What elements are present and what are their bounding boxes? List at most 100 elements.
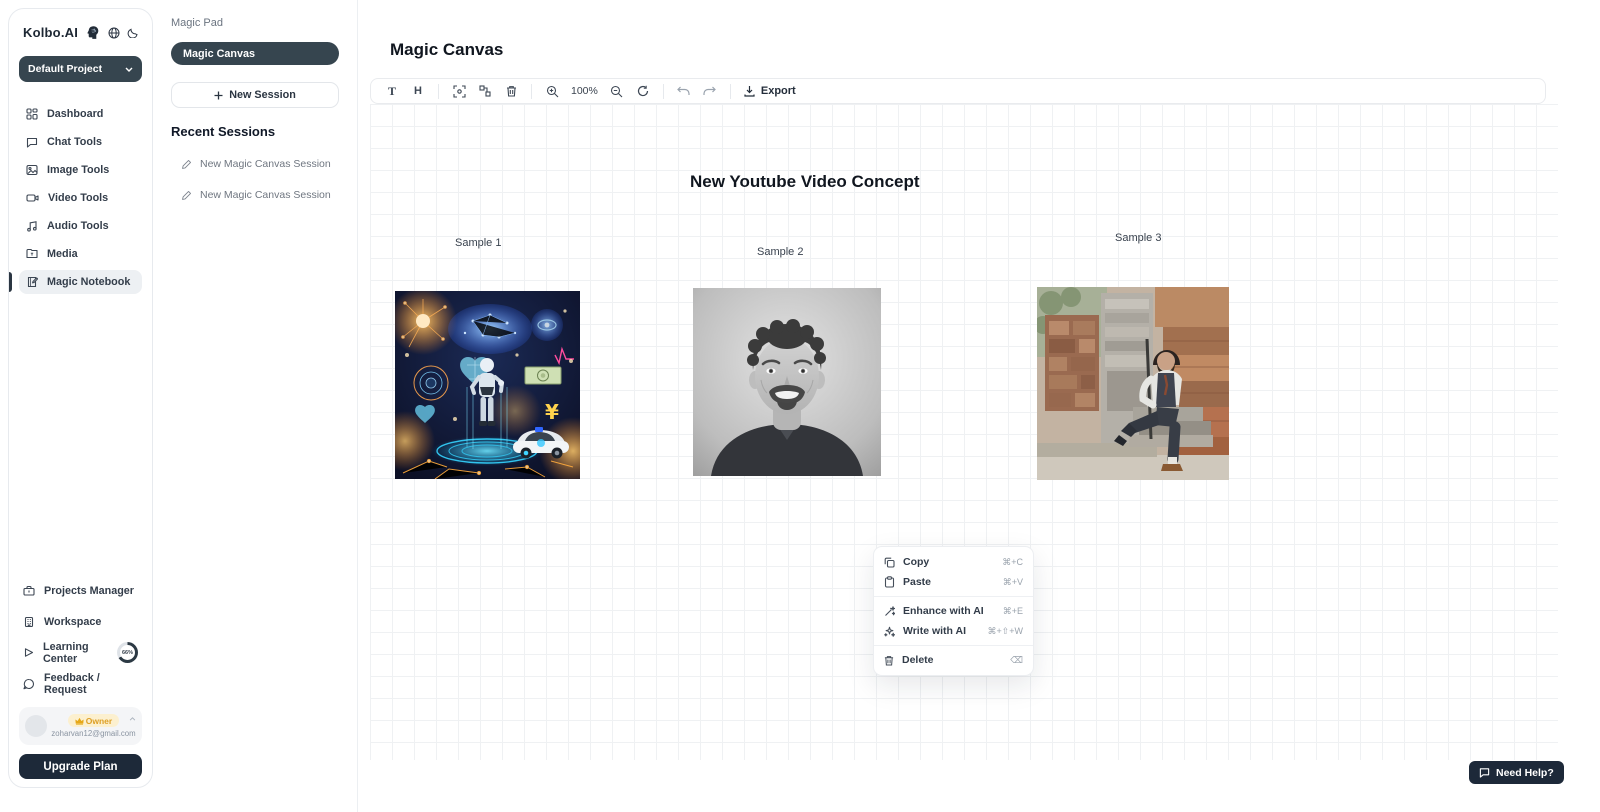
redo-button[interactable] bbox=[699, 81, 721, 101]
dashboard-icon bbox=[26, 108, 38, 120]
learning-progress-value: 66% bbox=[120, 645, 135, 660]
context-menu-item-enhance-with-ai[interactable]: Enhance with AI ⌘+E bbox=[874, 601, 1033, 621]
audio-icon bbox=[26, 220, 38, 232]
sidebar-item-magic-notebook[interactable]: Magic Notebook bbox=[19, 270, 142, 294]
sidebar-item-label: Dashboard bbox=[47, 108, 103, 120]
session-item[interactable]: New Magic Canvas Session bbox=[171, 158, 339, 170]
user-card[interactable]: Owner zoharvan12@gmail.com bbox=[19, 707, 142, 745]
session-item[interactable]: New Magic Canvas Session bbox=[171, 189, 339, 201]
context-menu-item-delete[interactable]: Delete ⌫ bbox=[874, 650, 1033, 670]
sidebar-item-workspace[interactable]: Workspace bbox=[19, 610, 142, 633]
connector-icon bbox=[479, 85, 491, 97]
sidebar-item-image-tools[interactable]: Image Tools bbox=[19, 158, 142, 182]
sidebar-item-feedback-request[interactable]: Feedback / Request bbox=[19, 672, 142, 695]
feedback-icon bbox=[23, 678, 35, 690]
globe-icon[interactable] bbox=[108, 27, 120, 39]
owner-badge: Owner bbox=[68, 714, 119, 727]
video-icon bbox=[26, 192, 39, 204]
moon-icon[interactable] bbox=[127, 27, 138, 38]
user-info: Owner zoharvan12@gmail.com bbox=[53, 714, 134, 738]
rotate-icon bbox=[637, 85, 649, 97]
sidebar-item-chat-tools[interactable]: Chat Tools bbox=[19, 130, 142, 154]
sidebar-item-label: Video Tools bbox=[48, 192, 108, 204]
sidebar-item-projects-manager[interactable]: Projects Manager bbox=[19, 579, 142, 602]
chat-icon bbox=[26, 136, 38, 148]
copy-icon bbox=[884, 557, 895, 568]
learning-progress-ring: 66% bbox=[117, 642, 138, 663]
sample-1-image[interactable]: ¥ bbox=[395, 291, 580, 479]
need-help-button[interactable]: Need Help? bbox=[1469, 761, 1564, 784]
sidebar-nav: Dashboard Chat Tools Image Tools Video T… bbox=[19, 102, 142, 294]
sidebar-item-label: Audio Tools bbox=[47, 220, 109, 232]
upgrade-plan-button[interactable]: Upgrade Plan bbox=[19, 754, 142, 779]
canvas-grid[interactable]: New Youtube Video Concept Sample 1 Sampl… bbox=[370, 104, 1558, 760]
user-email: zoharvan12@gmail.com bbox=[51, 729, 135, 738]
plus-icon bbox=[214, 91, 223, 100]
briefcase-icon bbox=[23, 585, 35, 597]
context-menu-item-copy[interactable]: Copy ⌘+C bbox=[874, 552, 1033, 572]
sidebar-item-label: Chat Tools bbox=[47, 136, 102, 148]
new-session-label: New Session bbox=[229, 89, 296, 101]
sidebar-bottom: Projects Manager Workspace Learning Cent… bbox=[19, 579, 142, 779]
undo-button[interactable] bbox=[673, 81, 695, 101]
sample-3-image[interactable] bbox=[1037, 287, 1229, 480]
chevron-down-icon bbox=[125, 67, 133, 72]
chevron-up-icon bbox=[129, 717, 136, 721]
context-menu-shortcut: ⌫ bbox=[1010, 655, 1023, 666]
redo-icon bbox=[703, 86, 716, 96]
connector-tool-button[interactable] bbox=[474, 81, 496, 101]
crown-icon bbox=[75, 717, 84, 725]
sidebar-item-label: Feedback / Request bbox=[44, 672, 138, 696]
context-menu-item-paste[interactable]: Paste ⌘+V bbox=[874, 572, 1033, 592]
sample-3-label[interactable]: Sample 3 bbox=[1115, 232, 1161, 244]
canvas-toolbar: T H 100% Export bbox=[370, 78, 1546, 104]
toolbar-divider bbox=[663, 84, 664, 99]
zoom-level: 100% bbox=[571, 85, 598, 97]
tab-magic-canvas[interactable]: Magic Canvas bbox=[171, 42, 339, 65]
panel-header-magic-pad[interactable]: Magic Pad bbox=[171, 17, 339, 29]
main-content: Magic Canvas T H 100% Export New Youtube… bbox=[358, 0, 1600, 812]
context-menu-label: Delete bbox=[902, 654, 1002, 666]
zoom-out-button[interactable] bbox=[606, 81, 628, 101]
context-menu-divider bbox=[874, 645, 1033, 646]
help-chat-icon bbox=[1479, 767, 1490, 778]
sidebar-item-media[interactable]: Media bbox=[19, 242, 142, 266]
magic-wand-icon bbox=[884, 606, 895, 617]
logo-row: Kolbo.AI bbox=[23, 25, 140, 40]
context-menu-shortcut: ⌘+E bbox=[1003, 606, 1023, 617]
canvas-heading-text[interactable]: New Youtube Video Concept bbox=[690, 172, 920, 192]
owner-badge-label: Owner bbox=[86, 716, 112, 726]
delete-tool-button[interactable] bbox=[500, 81, 522, 101]
session-item-label: New Magic Canvas Session bbox=[200, 158, 331, 170]
zoom-in-button[interactable] bbox=[541, 81, 563, 101]
zoom-out-icon bbox=[610, 85, 623, 98]
context-menu-label: Copy bbox=[903, 556, 994, 568]
sidebar-item-audio-tools[interactable]: Audio Tools bbox=[19, 214, 142, 238]
sidebar-item-dashboard[interactable]: Dashboard bbox=[19, 102, 142, 126]
pencil-icon bbox=[182, 159, 192, 169]
sample-2-image[interactable] bbox=[693, 288, 881, 476]
context-menu: Copy ⌘+C Paste ⌘+V Enhance with AI ⌘+E W… bbox=[873, 546, 1034, 676]
app-logo: Kolbo.AI bbox=[23, 25, 78, 40]
sparkles-icon bbox=[884, 626, 895, 637]
context-menu-item-write-with-ai[interactable]: Write with AI ⌘+⇧+W bbox=[874, 621, 1033, 641]
sidebar-item-label: Image Tools bbox=[47, 164, 109, 176]
context-menu-label: Enhance with AI bbox=[903, 605, 995, 617]
new-session-button[interactable]: New Session bbox=[171, 82, 339, 108]
context-menu-shortcut: ⌘+V bbox=[1003, 577, 1023, 588]
sample-2-label[interactable]: Sample 2 bbox=[757, 246, 803, 258]
select-area-tool-button[interactable] bbox=[448, 81, 470, 101]
heading-tool-button[interactable]: H bbox=[407, 81, 429, 101]
sidebar-item-learning-center[interactable]: Learning Center 66% bbox=[19, 641, 142, 664]
text-tool-button[interactable]: T bbox=[381, 81, 403, 101]
sidebar-item-label: Media bbox=[47, 248, 78, 260]
sidebar-item-label: Learning Center bbox=[43, 641, 106, 665]
sample-1-label[interactable]: Sample 1 bbox=[455, 237, 501, 249]
project-selector[interactable]: Default Project bbox=[19, 56, 142, 82]
reset-view-button[interactable] bbox=[632, 81, 654, 101]
image-icon bbox=[26, 164, 38, 176]
export-button[interactable]: Export bbox=[740, 85, 800, 97]
yen-symbol: ¥ bbox=[545, 400, 559, 424]
media-folder-icon bbox=[26, 248, 38, 260]
sidebar-item-video-tools[interactable]: Video Tools bbox=[19, 186, 142, 210]
